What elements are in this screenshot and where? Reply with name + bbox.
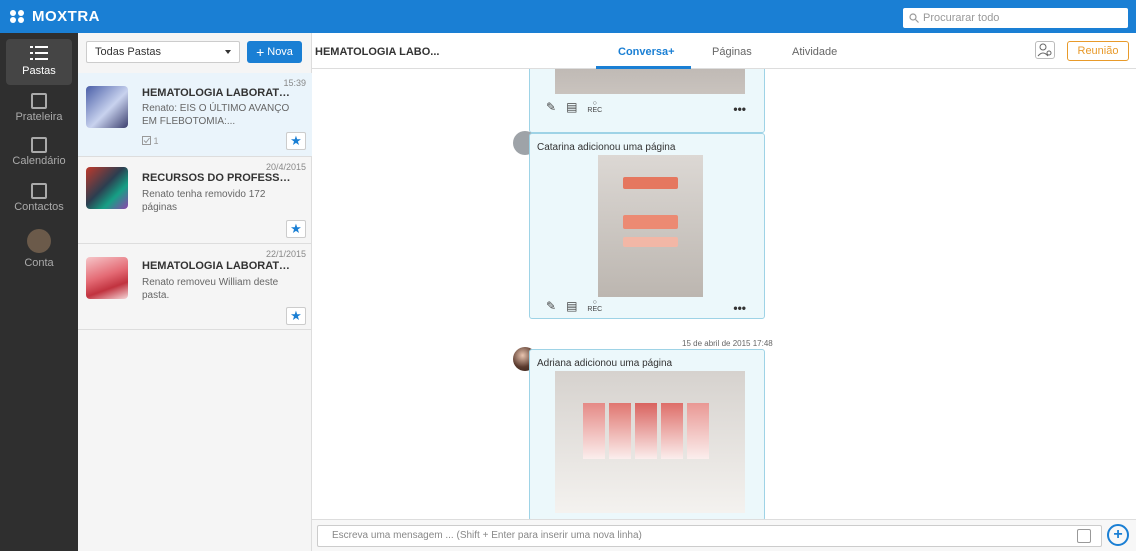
contacts-icon — [31, 183, 47, 199]
plus-icon: + — [1113, 526, 1123, 543]
star-icon[interactable]: ★ — [286, 220, 306, 238]
tab-conversa[interactable]: Conversa+ — [618, 46, 675, 58]
checkbox-icon — [142, 136, 151, 145]
card-title: Adriana adicionou uma página — [537, 358, 673, 369]
search-input[interactable]: Procurarar todo — [903, 8, 1128, 28]
folder-title: HEMATOLOGIA LABORATORI... — [142, 260, 292, 272]
page-card[interactable]: Adriana adicionou uma página — [529, 349, 765, 519]
conversation-feed: ✎ ▤ ○ REC ••• Catarina adicionou uma pági… — [312, 69, 1136, 519]
app-logo[interactable]: MOXTRA — [10, 8, 100, 25]
folder-subtitle: Renato tenha removido 172 páginas — [142, 189, 266, 213]
page-thumbnail[interactable] — [598, 155, 703, 297]
logo-mark-icon — [10, 9, 28, 24]
star-icon[interactable]: ★ — [286, 307, 306, 325]
folder-filter-value: Todas Pastas — [95, 46, 162, 58]
search-placeholder: Procurarar todo — [923, 12, 1000, 24]
nav-item-contactos[interactable]: Contactos — [0, 183, 78, 213]
nav-item-calendario[interactable]: Calendário — [0, 137, 78, 167]
new-folder-label: Nova — [267, 46, 293, 58]
folder-title: RECURSOS DO PROFESSOR — [142, 172, 292, 184]
chevron-down-icon — [225, 50, 231, 54]
folder-card[interactable]: 15:39 HEMATOLOGIA LABORATORI... Renato: … — [78, 73, 312, 157]
add-attachment-button[interactable]: + — [1107, 524, 1129, 546]
message-input[interactable]: Escreva uma mensagem ... (Shift + Enter … — [317, 525, 1102, 547]
conversation-header: HEMATOLOGIA LABO... Conversa+ Páginas At… — [312, 33, 1136, 69]
card-title: Catarina adicionou uma página — [537, 142, 676, 153]
folder-filter-select[interactable]: Todas Pastas — [86, 41, 240, 63]
nav-item-prateleira[interactable]: Prateleira — [0, 93, 78, 123]
calendar-icon — [31, 137, 47, 153]
comment-icon[interactable]: ▤ — [566, 100, 577, 114]
folder-card[interactable]: 22/1/2015 HEMATOLOGIA LABORATORI... Rena… — [78, 244, 312, 330]
todo-checkbox-icon[interactable] — [1077, 529, 1091, 543]
more-options-icon[interactable]: ••• — [733, 102, 746, 116]
edit-icon[interactable]: ✎ — [546, 299, 556, 313]
record-icon[interactable]: ○ REC — [587, 299, 602, 313]
folder-subtitle: Renato removeu William deste pasta. — [142, 277, 279, 301]
nav-label: Prateleira — [15, 111, 63, 123]
folder-time: 22/1/2015 — [265, 249, 306, 259]
page-card[interactable]: Catarina adicionou uma página ✎ ▤ ○ REC •… — [529, 133, 765, 319]
folder-thumbnail — [86, 257, 128, 299]
message-composer: Escreva uma mensagem ... (Shift + Enter … — [312, 519, 1136, 551]
avatar-icon — [27, 229, 51, 253]
card-actions: ✎ ▤ ○ REC — [546, 299, 602, 313]
folder-thumbnail — [86, 167, 128, 209]
nav-label: Contactos — [14, 201, 64, 213]
members-button[interactable] — [1035, 41, 1055, 59]
top-bar: MOXTRA Procurarar todo — [0, 0, 1136, 33]
nav-label: Calendário — [12, 155, 66, 167]
page-thumbnail[interactable] — [555, 69, 745, 94]
search-icon — [909, 13, 919, 23]
star-icon[interactable]: ★ — [286, 132, 306, 150]
edit-icon[interactable]: ✎ — [546, 100, 556, 114]
message-placeholder: Escreva uma mensagem ... (Shift + Enter … — [332, 530, 642, 541]
timestamp: 15 de abril de 2015 17:48 — [682, 339, 773, 348]
tab-atividade[interactable]: Atividade — [792, 46, 837, 58]
people-settings-icon — [1037, 43, 1052, 57]
todo-count: 1 — [142, 136, 159, 146]
folder-list: Todas Pastas + Nova 15:39 HEMATOLOGIA LA… — [78, 33, 312, 551]
conversation-title: HEMATOLOGIA LABO... — [315, 46, 440, 58]
nav-label: Pastas — [22, 65, 56, 77]
folders-icon — [30, 46, 48, 60]
folder-subtitle: Renato: EIS O ÚLTIMO AVANÇO EM FLEBOTOMI… — [142, 103, 290, 127]
folder-thumbnail — [86, 86, 128, 128]
comment-icon[interactable]: ▤ — [566, 299, 577, 313]
tab-paginas[interactable]: Páginas — [712, 46, 752, 58]
folder-title: HEMATOLOGIA LABORATORI... — [142, 87, 292, 99]
meeting-button[interactable]: Reunião — [1067, 41, 1129, 61]
logo-text: MOXTRA — [32, 8, 100, 25]
plus-icon: + — [256, 44, 265, 60]
more-options-icon[interactable]: ••• — [733, 301, 746, 315]
nav-item-conta[interactable]: Conta — [0, 229, 78, 269]
page-thumbnail[interactable] — [555, 371, 745, 513]
record-icon[interactable]: ○ REC — [587, 100, 602, 114]
folder-time: 20/4/2015 — [265, 162, 306, 172]
new-folder-button[interactable]: + Nova — [247, 41, 302, 63]
left-nav: Pastas Prateleira Calendário Contactos C… — [0, 33, 78, 551]
folder-card[interactable]: 20/4/2015 RECURSOS DO PROFESSOR Renato t… — [78, 157, 312, 244]
nav-item-pastas[interactable]: Pastas — [6, 39, 72, 85]
card-actions: ✎ ▤ ○ REC — [546, 100, 602, 114]
page-card[interactable]: ✎ ▤ ○ REC ••• — [529, 69, 765, 133]
nav-label: Conta — [24, 257, 54, 269]
shelf-icon — [31, 93, 47, 109]
